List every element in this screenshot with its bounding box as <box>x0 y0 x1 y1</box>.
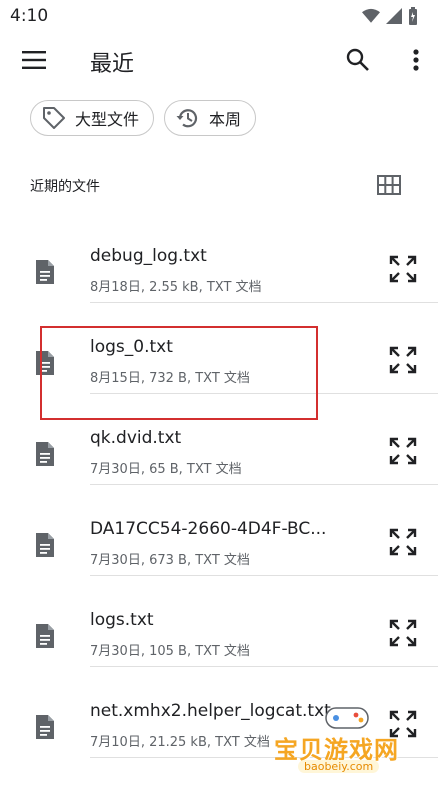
chip-label: 本周 <box>209 110 242 129</box>
list-item[interactable]: DA17CC54-2660-4D4F-BC... 7月30日, 673 B, T… <box>0 485 448 576</box>
status-bar: 4:10 <box>0 0 448 32</box>
menu-icon[interactable] <box>20 48 48 72</box>
gamepad-icon <box>325 707 369 729</box>
app-bar: 最近 <box>0 32 448 88</box>
file-meta: 7月30日, 65 B, TXT 文档 <box>90 462 242 477</box>
expand-icon[interactable] <box>388 345 418 375</box>
chip-large-files[interactable]: 大型文件 <box>30 100 155 136</box>
file-meta: 7月30日, 105 B, TXT 文档 <box>90 644 250 659</box>
recent-files-list: debug_log.txt 8月18日, 2.55 kB, TXT 文档 log… <box>0 212 448 758</box>
page-title: 最近 <box>90 52 135 77</box>
file-name: qk.dvid.txt <box>90 428 182 448</box>
document-icon <box>36 260 54 284</box>
file-name: debug_log.txt <box>90 246 207 266</box>
list-item[interactable]: debug_log.txt 8月18日, 2.55 kB, TXT 文档 <box>0 212 448 303</box>
file-meta: 7月30日, 673 B, TXT 文档 <box>90 553 250 568</box>
wifi-icon <box>362 8 380 23</box>
file-meta: 8月18日, 2.55 kB, TXT 文档 <box>90 280 262 295</box>
file-name: logs.txt <box>90 610 154 630</box>
file-name: DA17CC54-2660-4D4F-BC... <box>90 519 327 539</box>
signal-icon <box>386 8 402 24</box>
history-icon <box>176 109 198 128</box>
document-icon <box>36 715 54 739</box>
battery-icon <box>409 7 417 25</box>
grid-view-icon[interactable] <box>376 174 402 196</box>
status-icons <box>362 7 418 25</box>
highlight-box <box>40 326 318 420</box>
expand-icon[interactable] <box>388 618 418 648</box>
expand-icon[interactable] <box>388 436 418 466</box>
expand-icon[interactable] <box>388 254 418 284</box>
status-time: 4:10 <box>10 6 49 26</box>
document-icon <box>36 442 54 466</box>
watermark: 宝贝游戏网 baobeiy.com <box>270 702 420 784</box>
watermark-url: baobeiy.com <box>298 760 380 773</box>
document-icon <box>36 533 54 557</box>
more-options-icon[interactable] <box>404 46 428 74</box>
chip-this-week[interactable]: 本周 <box>164 100 257 136</box>
section-title: 近期的文件 <box>30 179 100 195</box>
expand-icon[interactable] <box>388 527 418 557</box>
list-item[interactable]: logs.txt 7月30日, 105 B, TXT 文档 <box>0 576 448 667</box>
filter-chips: 大型文件 本周 <box>30 100 257 136</box>
tag-icon <box>43 107 65 129</box>
document-icon <box>36 624 54 648</box>
search-icon[interactable] <box>344 46 372 74</box>
file-meta: 7月10日, 21.25 kB, TXT 文档 <box>90 735 270 750</box>
chip-label: 大型文件 <box>75 110 140 129</box>
